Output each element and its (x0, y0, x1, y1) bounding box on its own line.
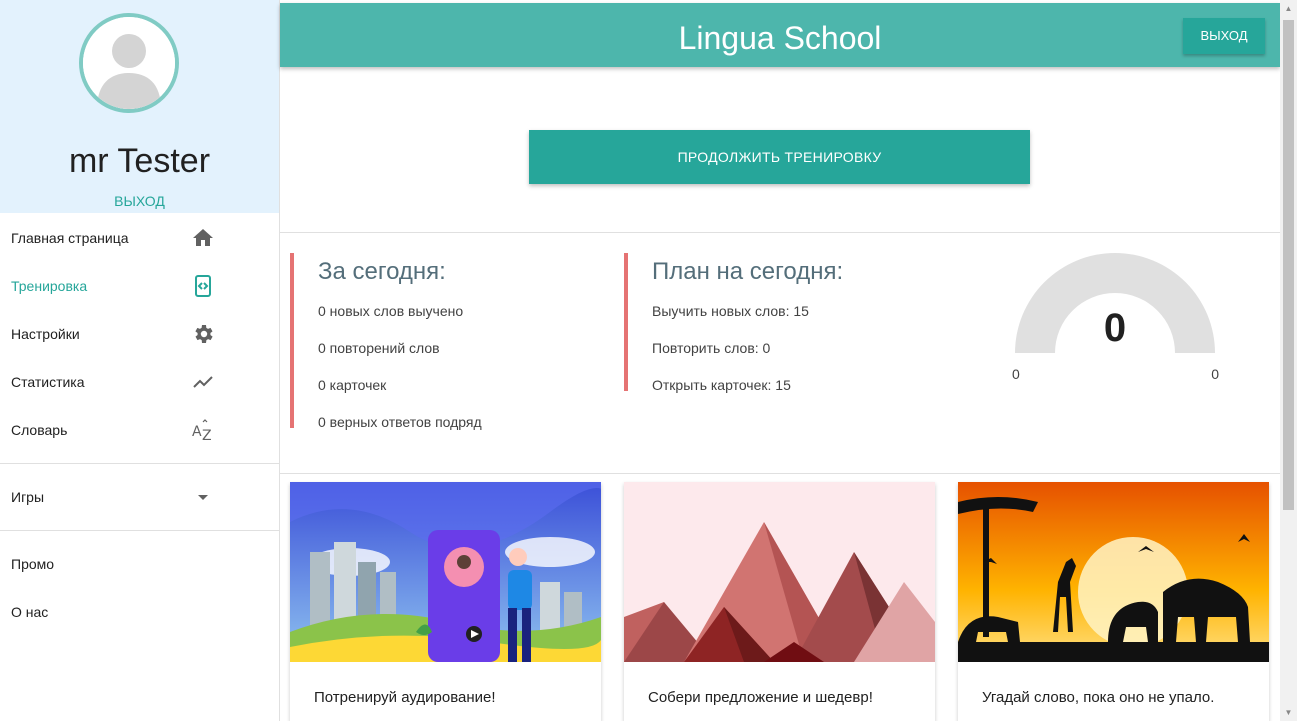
svg-text:A: A (192, 424, 202, 440)
card-description: Собери предложение и шедевр! (648, 689, 873, 706)
trending-up-icon (193, 376, 213, 388)
header-logout-button[interactable]: ВЫХОД (1183, 18, 1265, 54)
training-icon (195, 275, 211, 297)
section-divider (280, 473, 1280, 474)
profile-panel: mr Tester ВЫХОД (0, 0, 279, 213)
card-description: Потренируй аудирование! (314, 689, 496, 706)
plan-stats-title: План на сегодня: (652, 258, 844, 285)
listening-illustration (290, 482, 601, 662)
continue-training-button[interactable]: ПРОДОЛЖИТЬ ТРЕНИРОВКУ (529, 130, 1030, 184)
card-description: Угадай слово, пока оно не упало. (982, 689, 1215, 706)
sidebar-item-about[interactable]: О нас (0, 588, 279, 636)
sidebar-divider (0, 530, 279, 531)
plan-stat-line: Открыть карточек: 15 (652, 377, 791, 393)
user-silhouette-icon (83, 17, 175, 109)
section-divider (280, 232, 1280, 233)
scroll-up-arrow-icon[interactable]: ▲ (1280, 0, 1297, 17)
savanna-illustration (958, 482, 1269, 662)
today-stat-line: 0 повторений слов (318, 340, 440, 356)
sidebar-item-label: Статистика (11, 374, 85, 390)
today-stat-line: 0 верных ответов подряд (318, 414, 482, 430)
sidebar-item-training[interactable]: Тренировка (0, 262, 279, 310)
gauge-min-label: 0 (1012, 366, 1020, 382)
progress-gauge: 0 0 0 (1010, 250, 1220, 390)
sidebar-item-label: Словарь (11, 422, 68, 438)
scrollbar-thumb[interactable] (1283, 20, 1294, 510)
sidebar-item-games[interactable]: Игры (0, 473, 279, 521)
sidebar: mr Tester ВЫХОД Главная страница Трениро… (0, 0, 280, 721)
scroll-down-arrow-icon[interactable]: ▼ (1280, 704, 1297, 721)
plan-stats: План на сегодня: Выучить новых слов: 15 … (624, 253, 844, 393)
app-header: Lingua School ВЫХОД (280, 3, 1280, 67)
game-card-sentence[interactable]: Собери предложение и шедевр! (624, 482, 935, 721)
sidebar-divider (0, 463, 279, 464)
sidebar-item-label: Главная страница (11, 230, 129, 246)
sidebar-nav: Главная страница Тренировка Настройки Ст… (0, 213, 279, 636)
today-stats-title: За сегодня: (318, 258, 446, 285)
game-card-listening[interactable]: Потренируй аудирование! (290, 482, 601, 721)
sidebar-item-settings[interactable]: Настройки (0, 310, 279, 358)
sidebar-item-label: Настройки (11, 326, 80, 342)
sort-az-icon: A Z (192, 419, 212, 442)
sidebar-item-home[interactable]: Главная страница (0, 214, 279, 262)
today-stat-line: 0 новых слов выучено (318, 303, 464, 319)
sidebar-item-label: О нас (11, 604, 49, 620)
plan-stat-line: Выучить новых слов: 15 (652, 303, 809, 319)
sidebar-item-statistics[interactable]: Статистика (0, 358, 279, 406)
gear-icon (195, 325, 213, 343)
page-scrollbar[interactable]: ▲ ▼ (1280, 0, 1297, 721)
user-name: mr Tester (68, 142, 211, 180)
today-stat-line: 0 карточек (318, 377, 387, 393)
plan-stat-line: Повторить слов: 0 (652, 340, 771, 356)
home-icon (193, 229, 213, 246)
gauge-max-label: 0 (1211, 366, 1219, 382)
pyramids-illustration (624, 482, 935, 662)
sidebar-item-label: Игры (11, 489, 45, 505)
gauge-value: 0 (1103, 306, 1127, 350)
app-title: Lingua School (678, 20, 882, 56)
chevron-down-icon (198, 495, 208, 500)
avatar (79, 13, 179, 113)
today-stats: За сегодня: 0 новых слов выучено 0 повто… (290, 253, 482, 430)
sidebar-item-dictionary[interactable]: Словарь A Z (0, 406, 279, 454)
game-card-falling-word[interactable]: Угадай слово, пока оно не упало. (958, 482, 1269, 721)
svg-text:Z: Z (202, 428, 212, 442)
sidebar-item-label: Тренировка (11, 278, 88, 294)
sidebar-logout-link[interactable]: ВЫХОД (0, 193, 279, 209)
sidebar-item-label: Промо (11, 556, 55, 572)
sidebar-item-promo[interactable]: Промо (0, 540, 279, 588)
